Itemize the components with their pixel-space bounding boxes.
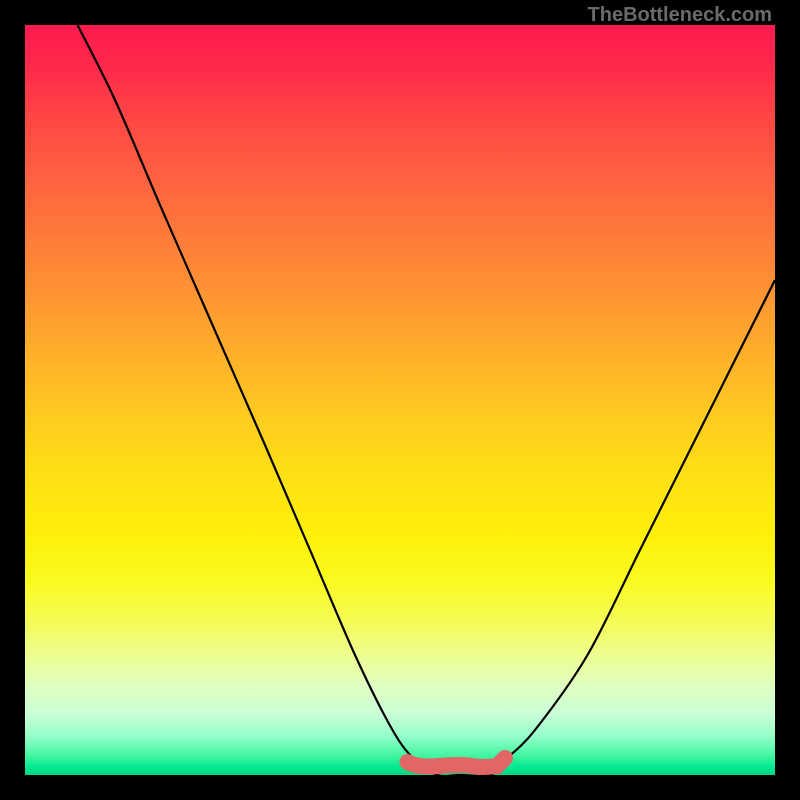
highlight-end-dot [498,751,512,765]
chart-svg [25,25,775,775]
highlight-start-dot [401,755,415,769]
bottleneck-curve-path [78,25,776,775]
attribution-text: TheBottleneck.com [588,4,772,27]
chart-plot-area [25,25,775,775]
optimal-range-highlight [408,758,506,767]
